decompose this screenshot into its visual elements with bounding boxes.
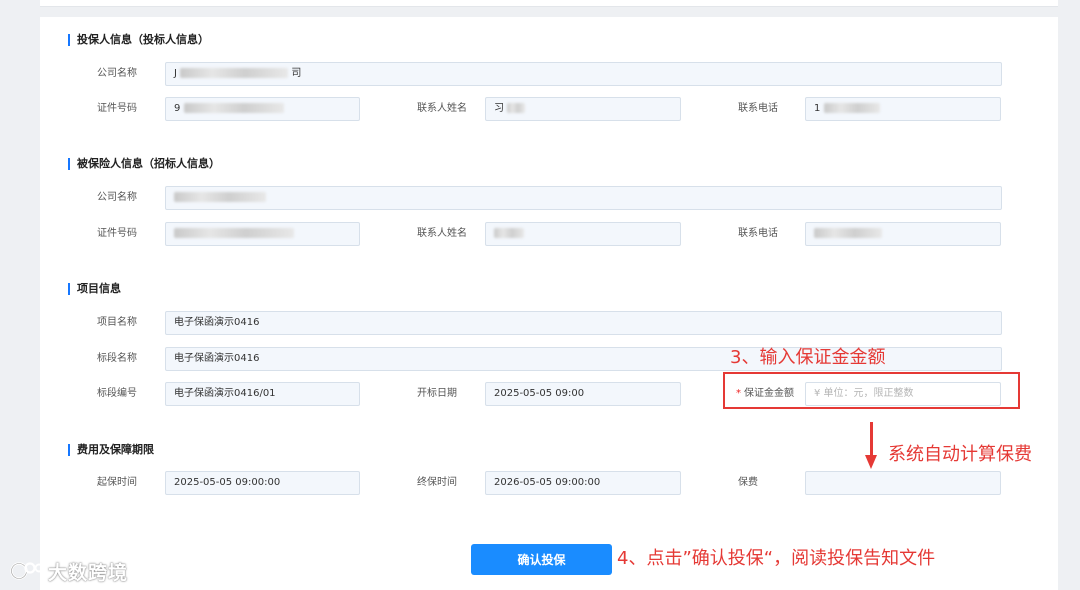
redacted-mask [507, 103, 526, 113]
watermark: 大数跨境 [10, 556, 128, 586]
applicant-company-field[interactable]: J 司 [165, 62, 1002, 86]
watermark-text: 大数跨境 [48, 561, 129, 584]
fee-section-title: 费用及保障期限 [68, 443, 154, 457]
section-number-label: 标段编号 [97, 388, 137, 399]
redacted-mask [814, 228, 882, 238]
redacted-mask [494, 228, 524, 238]
redacted-mask [174, 228, 294, 238]
applicant-section-title: 投保人信息（投标人信息） [68, 33, 209, 47]
applicant-company-label: 公司名称 [97, 68, 137, 79]
insured-id-field[interactable] [165, 222, 360, 246]
applicant-contact-label: 联系人姓名 [417, 103, 467, 114]
project-name-label: 项目名称 [97, 317, 137, 328]
insured-company-field[interactable] [165, 186, 1002, 210]
project-name-field[interactable]: 电子保函演示0416 [165, 311, 1002, 335]
applicant-phone-prefix: 1 [814, 103, 821, 114]
start-time-label: 起保时间 [97, 477, 137, 488]
project-section-title: 项目信息 [68, 282, 121, 296]
arrow-down-icon [865, 455, 877, 469]
insured-contact-field[interactable] [485, 222, 681, 246]
premium-field[interactable] [805, 471, 1001, 495]
redacted-mask [823, 103, 880, 113]
applicant-contact-prefix: 习 [494, 103, 504, 114]
annotation-highlight-box [723, 372, 1020, 409]
insured-company-label: 公司名称 [97, 192, 137, 203]
annotation-step4: 4、点击”确认投保“，阅读投保告知文件 [617, 548, 936, 569]
top-strip [40, 0, 1058, 7]
section-number-field[interactable]: 电子保函演示0416/01 [165, 382, 360, 406]
insured-id-label: 证件号码 [97, 228, 137, 239]
redacted-mask [180, 68, 289, 78]
redacted-mask [174, 192, 266, 202]
brand-logo-icon [10, 562, 44, 580]
start-time-field[interactable]: 2025-05-05 09:00:00 [165, 471, 360, 495]
annotation-step3: 3、输入保证金金额 [730, 347, 886, 368]
redacted-mask [183, 103, 284, 113]
insured-contact-label: 联系人姓名 [417, 228, 467, 239]
annotation-auto-calc: 系统自动计算保费 [888, 444, 1032, 465]
applicant-id-label: 证件号码 [97, 103, 137, 114]
applicant-company-prefix: J [174, 68, 177, 79]
applicant-phone-field[interactable]: 1 [805, 97, 1001, 121]
open-date-label: 开标日期 [417, 388, 457, 399]
applicant-phone-label: 联系电话 [738, 103, 778, 114]
insured-phone-label: 联系电话 [738, 228, 778, 239]
section-name-label: 标段名称 [97, 353, 137, 364]
applicant-company-suffix: 司 [291, 68, 302, 79]
confirm-insure-button[interactable]: 确认投保 [471, 544, 612, 575]
open-date-field[interactable]: 2025-05-05 09:00 [485, 382, 681, 406]
insured-phone-field[interactable] [805, 222, 1001, 246]
end-time-label: 终保时间 [417, 477, 457, 488]
annotation-arrow-line [870, 422, 873, 456]
applicant-contact-field[interactable]: 习 [485, 97, 681, 121]
end-time-field[interactable]: 2026-05-05 09:00:00 [485, 471, 681, 495]
insured-section-title: 被保险人信息（招标人信息） [68, 157, 220, 171]
applicant-id-field[interactable]: 9 [165, 97, 360, 121]
applicant-id-prefix: 9 [174, 103, 181, 114]
premium-label: 保费 [738, 477, 758, 488]
